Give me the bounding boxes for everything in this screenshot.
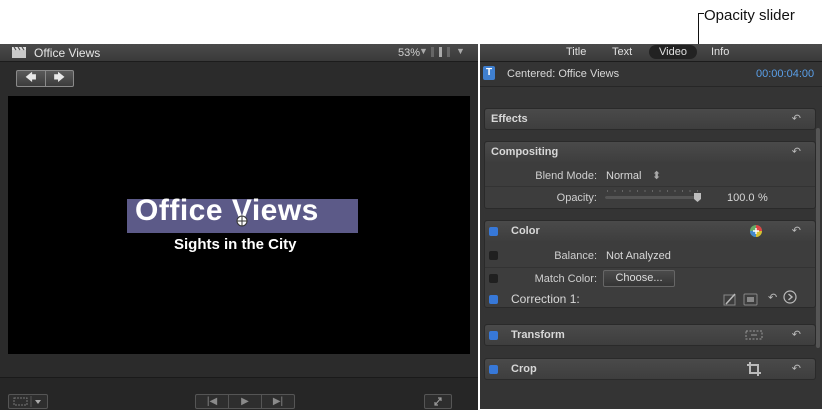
fullscreen-icon[interactable] [424, 394, 452, 409]
opacity-label: Opacity: [556, 192, 597, 204]
slider-tick [659, 190, 661, 192]
reset-icon[interactable]: ↶ [792, 112, 801, 125]
next-edit-button[interactable]: ▶| [261, 395, 294, 408]
slider-tick [622, 190, 623, 192]
viewer-panel: Office Views 53% ▼ ▼ 🡄 🡆 Office Views Si… [0, 44, 478, 410]
reset-icon[interactable]: ↶ [792, 328, 801, 341]
reset-icon[interactable]: ↶ [792, 362, 801, 375]
opacity-slider[interactable] [605, 188, 705, 206]
chevron-down-icon[interactable]: ▼ [419, 46, 428, 56]
slider-tick [674, 190, 676, 192]
compositing-section: Compositing ↶ Blend Mode: Normal ⬍ Opaci… [484, 141, 816, 209]
section-title: Effects [491, 113, 528, 125]
title-text[interactable]: Office Views [135, 194, 319, 228]
crop-enable-checkbox[interactable] [489, 365, 498, 374]
inspector-panel: Title Text Video Info T Centered: Office… [480, 44, 822, 409]
viewer-titlebar: Office Views 53% ▼ ▼ [0, 44, 478, 62]
clapperboard-icon [12, 47, 26, 58]
slider-tick [629, 190, 631, 192]
reset-icon[interactable]: ↶ [792, 224, 801, 237]
choose-button[interactable]: Choose... [603, 270, 675, 287]
color-section: Color ↶ Balance: Not Analyzed Match Colo… [484, 220, 816, 308]
clip-name: Centered: Office Views [507, 68, 620, 80]
forward-button[interactable]: 🡆 [44, 71, 74, 86]
match-color-label: Match Color: [534, 273, 597, 285]
view-options-icon[interactable] [430, 46, 452, 58]
transport-controls: |◀ ▶ ▶| [195, 394, 295, 409]
tab-title[interactable]: Title [566, 46, 586, 58]
correction-checkbox[interactable] [489, 295, 498, 304]
section-title: Compositing [491, 146, 559, 158]
effects-header[interactable]: Effects ↶ [485, 109, 815, 129]
blend-mode-label: Blend Mode: [535, 170, 597, 182]
transform-onscreen-icon[interactable] [745, 329, 763, 341]
center-target-icon[interactable] [236, 215, 248, 227]
inspector-tabbar: Title Text Video Info [480, 44, 822, 62]
section-title: Color [511, 225, 540, 237]
balance-value: Not Analyzed [606, 250, 671, 262]
slider-tick [682, 190, 683, 192]
previous-edit-button[interactable]: |◀ [196, 395, 228, 408]
slider-tick [652, 190, 653, 192]
blend-mode-value[interactable]: Normal [606, 170, 641, 182]
tab-info[interactable]: Info [711, 46, 729, 58]
row-divider [485, 186, 815, 187]
transform-menu-button[interactable] [8, 394, 48, 409]
chevron-down-icon[interactable]: ▼ [456, 46, 465, 56]
chevron-right-icon[interactable] [783, 290, 797, 304]
slider-knob [694, 193, 701, 202]
crop-icon[interactable] [747, 362, 761, 376]
slider-tick [667, 190, 668, 192]
transform-section: Transform ↶ [484, 324, 816, 346]
slider-tick [689, 190, 691, 192]
clip-timecode: 00:00:04:00 [756, 68, 815, 80]
header-divider [480, 86, 822, 87]
play-button[interactable]: ▶ [228, 395, 261, 408]
crop-header[interactable]: Crop ↶ [485, 359, 815, 379]
color-enable-checkbox[interactable] [489, 227, 498, 236]
slider-tick [697, 190, 698, 192]
back-button[interactable]: 🡄 [17, 71, 45, 86]
section-title: Transform [511, 329, 565, 341]
slider-tick [614, 190, 616, 192]
title-clip-icon: T [483, 66, 495, 80]
section-title: Crop [511, 363, 537, 375]
balance-label: Balance: [554, 250, 597, 262]
crop-section: Crop ↶ [484, 358, 816, 380]
opacity-value[interactable]: 100.0 [727, 192, 755, 204]
slider-fill [605, 196, 698, 199]
tab-text[interactable]: Text [612, 46, 632, 58]
subtitle-text[interactable]: Sights in the City [174, 236, 297, 253]
slider-tick [607, 190, 608, 192]
balance-checkbox[interactable] [489, 251, 498, 260]
slider-ticks [607, 190, 698, 192]
viewer-title: Office Views [34, 46, 101, 60]
transform-enable-checkbox[interactable] [489, 331, 498, 340]
reset-icon[interactable]: ↶ [768, 291, 777, 304]
correction-label: Correction 1: [511, 292, 580, 306]
history-nav: 🡄 🡆 [16, 70, 74, 87]
slider-tick [644, 190, 646, 192]
zoom-value[interactable]: 53% [398, 47, 420, 59]
magic-wand-icon[interactable] [723, 292, 737, 306]
color-board-icon[interactable] [749, 224, 763, 238]
tab-video[interactable]: Video [649, 45, 697, 59]
slider-tick [637, 190, 638, 192]
color-header[interactable]: Color ↶ [485, 221, 815, 241]
compositing-header[interactable]: Compositing ↶ [485, 142, 815, 162]
reset-icon[interactable]: ↶ [792, 145, 801, 158]
camera-icon[interactable] [743, 292, 759, 306]
video-canvas[interactable]: Office Views Sights in the City [8, 96, 470, 354]
transform-header[interactable]: Transform ↶ [485, 325, 815, 345]
callout-label: Opacity slider [704, 7, 795, 24]
row-divider [485, 267, 815, 268]
effects-section: Effects ↶ [484, 108, 816, 130]
match-color-checkbox[interactable] [489, 274, 498, 283]
popup-arrows-icon[interactable]: ⬍ [652, 169, 661, 182]
inspector-scrollbar[interactable] [816, 128, 820, 348]
opacity-unit: % [758, 192, 768, 204]
